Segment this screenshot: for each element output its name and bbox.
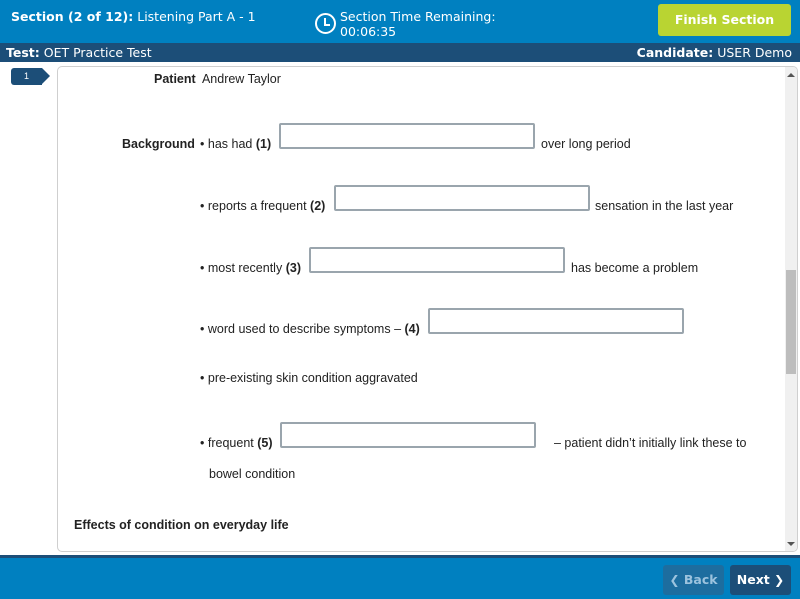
scroll-down-arrow-icon[interactable] [787, 542, 795, 546]
finish-section-button[interactable]: Finish Section [658, 4, 791, 36]
answer-input-5[interactable] [280, 422, 536, 448]
test-info-bar: Test: OET Practice Test Candidate: USER … [0, 43, 800, 62]
item-1-prefix: • has had (1) [200, 137, 271, 151]
item-2-before: reports a frequent [207, 199, 307, 213]
back-button[interactable]: ❮ Back [663, 565, 724, 595]
question-panel: Patient Andrew Taylor Background • has h… [57, 66, 798, 552]
question-number-marker[interactable]: 1 [11, 68, 50, 85]
bullet: • [200, 199, 205, 213]
answer-input-3[interactable] [309, 247, 565, 273]
patient-row: Patient Andrew Taylor [154, 72, 281, 86]
item-4-number: (4) [404, 322, 420, 336]
item-5-prefix: • frequent (5) [200, 436, 273, 450]
static-item-text: pre-existing skin condition aggravated [207, 371, 418, 385]
section-title: Section (2 of 12): Listening Part A - 1 [11, 9, 256, 24]
item-2-after: sensation in the last year [595, 199, 734, 213]
chevron-left-icon: ❮ [669, 573, 680, 587]
item-4-prefix: • word used to describe symptoms – (4) [200, 322, 420, 336]
section-name: Listening Part A - 1 [137, 9, 256, 24]
patient-label: Patient [154, 72, 196, 86]
test-label: Test: [6, 45, 40, 60]
candidate-label: Candidate: [636, 45, 714, 60]
item-5-after: – patient didn’t initially link these to [554, 436, 747, 450]
next-button[interactable]: Next ❯ [730, 565, 791, 595]
back-label: Back [683, 572, 718, 587]
item-5-number: (5) [257, 436, 273, 450]
static-item: • pre-existing skin condition aggravated [200, 371, 418, 385]
bullet: • [200, 322, 205, 336]
item-2-prefix: • reports a frequent (2) [200, 199, 325, 213]
candidate-name: Candidate: USER Demo [637, 45, 792, 60]
top-header: Section (2 of 12): Listening Part A - 1 … [0, 0, 800, 43]
timer-value: 00:06:35 [340, 24, 397, 39]
chevron-right-icon: ❯ [774, 573, 785, 587]
test-value: OET Practice Test [43, 45, 152, 60]
scroll-up-arrow-icon[interactable] [787, 73, 795, 77]
timer-label: Section Time Remaining: [340, 9, 496, 24]
candidate-value: USER Demo [717, 45, 792, 60]
section-heading-effects: Effects of condition on everyday life [74, 518, 289, 532]
answer-input-4[interactable] [428, 308, 684, 334]
item-1-after: over long period [541, 137, 631, 151]
item-4-before: word used to describe symptoms – [207, 322, 402, 336]
item-3-after: has become a problem [571, 261, 699, 275]
item-5-after-line2: bowel condition [209, 467, 296, 481]
patient-name: Andrew Taylor [201, 72, 281, 86]
item-2-number: (2) [310, 199, 326, 213]
bullet: • [200, 371, 205, 385]
bullet: • [200, 137, 205, 151]
section-label: Section (2 of 12): [11, 9, 134, 24]
next-label: Next [736, 572, 770, 587]
answer-input-1[interactable] [279, 123, 535, 149]
background-label: Background [122, 137, 195, 151]
answer-input-2[interactable] [334, 185, 590, 211]
vertical-scrollbar[interactable] [785, 67, 797, 551]
scroll-thumb[interactable] [786, 270, 796, 374]
bullet: • [200, 261, 205, 275]
item-3-prefix: • most recently (3) [200, 261, 301, 275]
bullet: • [200, 436, 205, 450]
item-1-number: (1) [255, 137, 272, 151]
clock-icon [315, 13, 336, 34]
item-1-before: has had [207, 137, 253, 151]
test-name: Test: OET Practice Test [6, 45, 152, 60]
item-5-before: frequent [207, 436, 254, 450]
item-3-before: most recently [207, 261, 283, 275]
item-3-number: (3) [285, 261, 301, 275]
